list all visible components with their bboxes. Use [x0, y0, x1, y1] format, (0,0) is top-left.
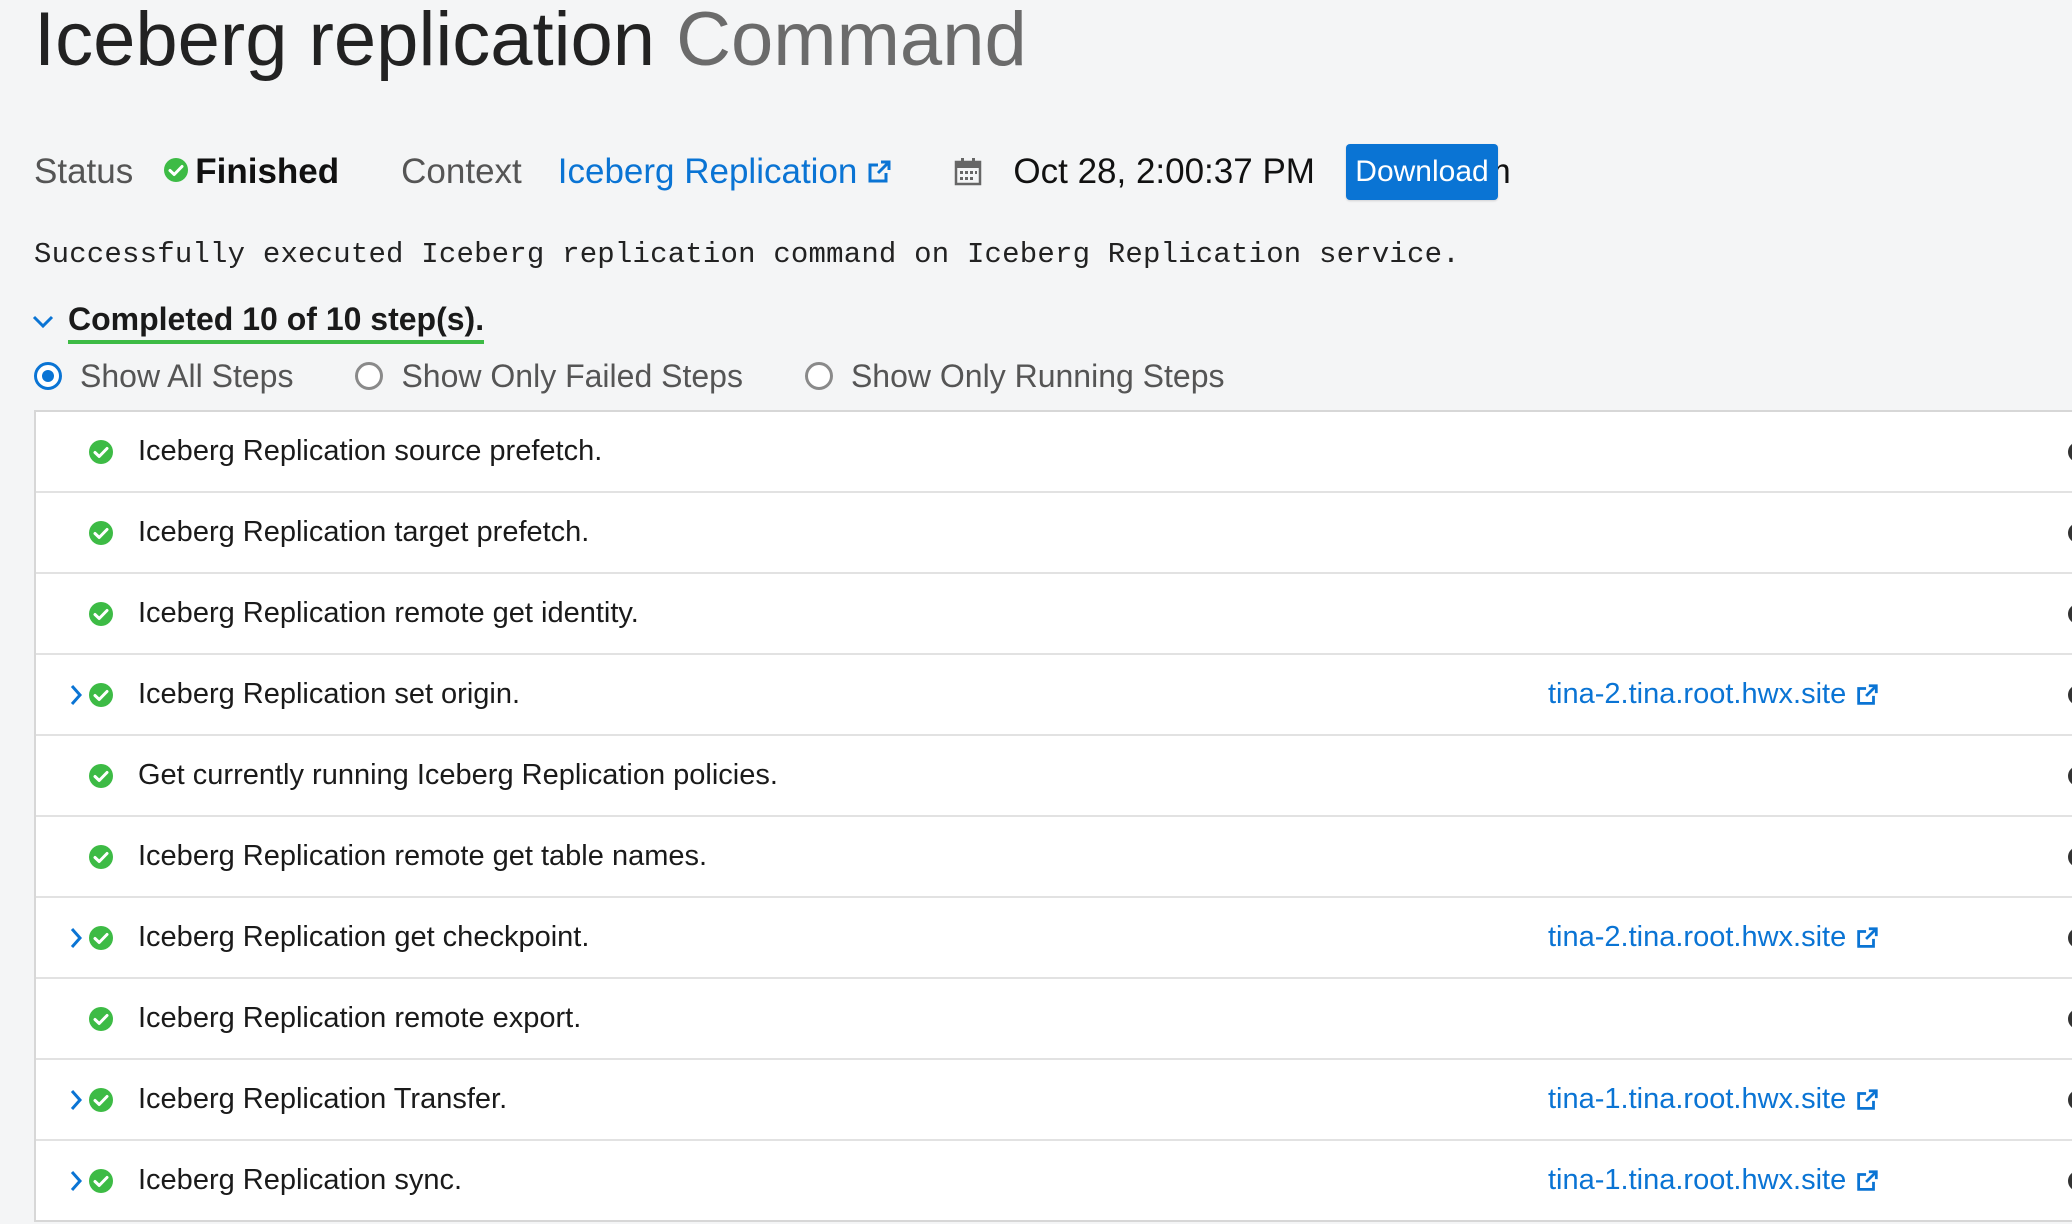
context-link-text[interactable]: Iceberg Replication	[558, 152, 858, 192]
step-row[interactable]: Iceberg Replication get checkpoint. tina-…	[36, 898, 2072, 979]
chevron-right-icon[interactable]	[66, 1085, 86, 1115]
step-row: Iceberg Replication remote get identity.	[36, 574, 2072, 655]
row-edge-indicator	[2068, 603, 2072, 624]
status-value: Finished	[163, 152, 339, 192]
step-row: Iceberg Replication remote export.	[36, 979, 2072, 1060]
host-link[interactable]: tina-2.tina.root.hwx.site	[1548, 678, 1880, 711]
check-circle-icon	[88, 520, 114, 546]
row-edge-indicator	[2068, 1170, 2072, 1191]
step-name: Iceberg Replication set origin.	[138, 678, 521, 710]
external-link-icon	[868, 160, 891, 183]
status-text: Finished	[195, 152, 340, 191]
context-link[interactable]: Iceberg Replication	[558, 152, 894, 192]
step-name: Get currently running Iceberg Replicatio…	[138, 759, 778, 791]
step-filter-group: Show All Steps Show Only Failed Steps Sh…	[34, 356, 1225, 396]
step-name: Iceberg Replication remote get identity.	[138, 597, 639, 629]
row-edge-indicator	[2068, 1008, 2072, 1029]
row-edge-indicator	[2068, 927, 2072, 948]
check-circle-icon	[88, 601, 114, 627]
step-name: Iceberg Replication get checkpoint.	[138, 921, 590, 953]
host-link[interactable]: tina-1.tina.root.hwx.site	[1548, 1164, 1880, 1197]
row-edge-indicator	[2068, 1089, 2072, 1110]
row-edge-indicator	[2068, 522, 2072, 543]
radio-selected-icon[interactable]	[34, 362, 62, 390]
check-circle-icon	[88, 763, 114, 789]
step-row: Get currently running Iceberg Replicatio…	[36, 736, 2072, 817]
check-circle-icon	[88, 682, 114, 708]
step-row: Iceberg Replication target prefetch.	[36, 493, 2072, 574]
chevron-down-icon	[32, 315, 54, 329]
row-edge-indicator	[2068, 441, 2072, 462]
filter-all-steps-label: Show All Steps	[80, 357, 294, 394]
step-name: Iceberg Replication remote export.	[138, 1002, 582, 1034]
context-label: Context	[401, 152, 522, 191]
calendar-icon	[953, 157, 983, 187]
result-message: Successfully executed Iceberg replicatio…	[34, 238, 1460, 271]
step-row[interactable]: Iceberg Replication set origin. tina-2.ti…	[36, 655, 2072, 736]
row-edge-indicator	[2068, 684, 2072, 705]
filter-all-steps[interactable]: Show All Steps	[34, 358, 293, 395]
filter-failed-steps[interactable]: Show Only Failed Steps	[355, 358, 743, 395]
command-details-page: Iceberg replication Command Status Finis…	[0, 0, 2072, 1224]
step-name: Iceberg Replication sync.	[138, 1164, 462, 1196]
step-row[interactable]: Iceberg Replication sync. tina-1.tina.roo…	[36, 1141, 2072, 1220]
status-label: Status	[34, 152, 134, 191]
step-name: Iceberg Replication Transfer.	[138, 1083, 508, 1115]
row-edge-indicator	[2068, 846, 2072, 867]
chevron-right-icon[interactable]	[66, 1166, 86, 1196]
check-circle-icon	[88, 1006, 114, 1032]
download-button[interactable]: Download	[1346, 144, 1498, 200]
external-link-icon	[1857, 1088, 1878, 1110]
page-title-main: Iceberg replication	[34, 0, 656, 82]
host-link-text[interactable]: tina-1.tina.root.hwx.site	[1548, 1083, 1846, 1116]
external-link-icon	[1857, 926, 1878, 948]
page-title: Iceberg replication Command	[34, 2, 1027, 78]
command-meta-bar: Status Finished Context Iceberg Replicat…	[34, 142, 1511, 202]
check-circle-icon	[88, 439, 114, 465]
row-edge-indicator	[2068, 765, 2072, 786]
filter-failed-steps-label: Show Only Failed Steps	[401, 357, 743, 394]
steps-summary-toggle[interactable]: Completed 10 of 10 step(s).	[32, 301, 485, 344]
chevron-right-icon[interactable]	[66, 680, 86, 710]
check-circle-icon	[88, 1087, 114, 1113]
check-circle-icon	[88, 844, 114, 870]
host-link-text[interactable]: tina-1.tina.root.hwx.site	[1548, 1164, 1846, 1197]
external-link-icon	[1857, 1169, 1878, 1191]
page-title-sub: Command	[676, 0, 1027, 82]
check-circle-icon	[88, 1168, 114, 1194]
filter-running-steps[interactable]: Show Only Running Steps	[804, 357, 1225, 395]
step-row: Iceberg Replication remote get table nam…	[36, 817, 2072, 898]
steps-summary-label: Completed 10 of 10 step(s).	[68, 301, 485, 344]
filter-running-steps-label: Show Only Running Steps	[850, 357, 1225, 394]
check-circle-icon	[163, 152, 189, 192]
check-circle-icon	[88, 925, 114, 951]
step-row: Iceberg Replication source prefetch.	[36, 412, 2072, 493]
host-link-text[interactable]: tina-2.tina.root.hwx.site	[1548, 678, 1846, 711]
external-link-icon	[1857, 683, 1878, 705]
steps-list: Iceberg Replication source prefetch. Iceb…	[34, 410, 2072, 1222]
host-link[interactable]: tina-2.tina.root.hwx.site	[1548, 921, 1880, 954]
step-name: Iceberg Replication target prefetch.	[138, 516, 590, 548]
host-link-text[interactable]: tina-2.tina.root.hwx.site	[1548, 921, 1846, 954]
chevron-right-icon[interactable]	[66, 923, 86, 953]
command-date: Oct 28, 2:00:37 PM	[1013, 152, 1315, 191]
radio-unselected-icon[interactable]	[355, 362, 384, 390]
step-row[interactable]: Iceberg Replication Transfer. tina-1.tina…	[36, 1060, 2072, 1141]
step-name: Iceberg Replication remote get table nam…	[138, 840, 708, 872]
step-name: Iceberg Replication source prefetch.	[138, 435, 603, 467]
radio-unselected-icon[interactable]	[804, 362, 833, 390]
host-link[interactable]: tina-1.tina.root.hwx.site	[1548, 1083, 1880, 1116]
